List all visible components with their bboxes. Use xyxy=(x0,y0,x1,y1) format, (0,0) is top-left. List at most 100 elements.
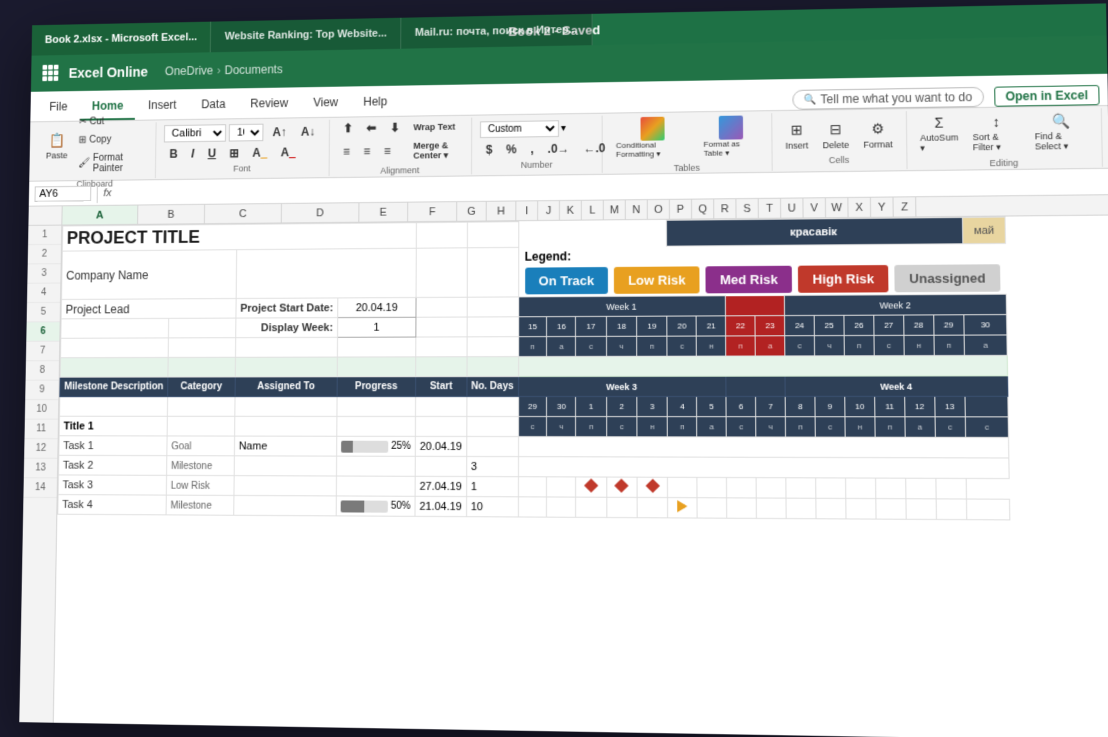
d-30[interactable]: 30 xyxy=(547,397,576,417)
task3-days[interactable]: 1 xyxy=(466,477,518,497)
empty-cell[interactable] xyxy=(168,338,236,358)
empty-cell[interactable] xyxy=(416,297,467,317)
col-header-r[interactable]: R xyxy=(714,199,736,218)
empty-cell[interactable] xyxy=(235,337,337,357)
d-2[interactable]: 2 xyxy=(606,396,637,416)
delete-button[interactable]: ⊟ Delete xyxy=(817,116,854,152)
row-4[interactable]: 4 xyxy=(27,284,60,304)
day-18[interactable]: 18 xyxy=(606,316,637,336)
high-risk-legend[interactable]: High Risk xyxy=(798,265,889,293)
empty-cell[interactable] xyxy=(467,416,519,436)
task1-progress[interactable]: 25% xyxy=(337,436,416,456)
underline-button[interactable]: U xyxy=(202,145,222,163)
start-date-value[interactable]: 20.04.19 xyxy=(338,297,416,317)
align-right-button[interactable]: ≡ xyxy=(378,139,397,164)
paste-button[interactable]: 📋 Paste xyxy=(43,128,71,163)
active-cell-d6[interactable] xyxy=(337,357,416,377)
row-13[interactable]: 13 xyxy=(24,459,58,479)
empty-cell[interactable] xyxy=(415,397,466,417)
empty-cell[interactable] xyxy=(467,397,519,417)
gantt-empty[interactable] xyxy=(906,499,936,520)
task2-assigned[interactable] xyxy=(234,456,336,476)
day-21[interactable]: 21 xyxy=(696,316,725,336)
col-header-t[interactable]: T xyxy=(759,199,781,218)
format-button[interactable]: ⚙ Format xyxy=(858,116,898,153)
border-button[interactable]: ⊞ xyxy=(224,144,245,162)
active-row-gantt[interactable] xyxy=(518,355,1008,376)
empty-cell[interactable] xyxy=(416,317,467,337)
task4-days[interactable]: 10 xyxy=(466,497,518,517)
empty-cell[interactable] xyxy=(467,297,518,317)
task3-progress[interactable] xyxy=(336,476,415,496)
task2-progress[interactable] xyxy=(336,456,415,476)
name-box[interactable] xyxy=(35,185,92,201)
row-9[interactable]: 9 xyxy=(25,381,58,401)
row-3[interactable]: 3 xyxy=(27,264,60,284)
gantt-empty[interactable] xyxy=(576,497,607,517)
col-header-m[interactable]: M xyxy=(604,200,626,219)
col-header-v[interactable]: V xyxy=(803,198,826,217)
day-23[interactable]: 23 xyxy=(755,316,785,336)
find-select-button[interactable]: 🔍 Find & Select ▾ xyxy=(1029,107,1093,155)
empty-cell[interactable] xyxy=(167,416,235,436)
col-header-p[interactable]: P xyxy=(670,200,692,219)
gantt-empty[interactable] xyxy=(876,499,906,520)
task3-start[interactable]: 27.04.19 xyxy=(415,476,466,496)
gantt-empty[interactable] xyxy=(786,478,816,499)
font-size-select[interactable]: 10 xyxy=(229,124,264,142)
col-header-d[interactable]: D xyxy=(282,203,360,222)
task4-name[interactable]: Task 4 xyxy=(58,495,166,515)
day-16[interactable]: 16 xyxy=(547,317,576,337)
col-header-q[interactable]: Q xyxy=(692,199,714,218)
day-17[interactable]: 17 xyxy=(576,316,606,336)
active-cell-b6[interactable] xyxy=(168,357,236,377)
row-10[interactable]: 10 xyxy=(25,400,58,420)
empty-cell[interactable] xyxy=(337,397,416,417)
day-29[interactable]: 29 xyxy=(933,315,963,335)
d-9[interactable]: 9 xyxy=(815,396,845,416)
gantt-empty[interactable] xyxy=(668,477,697,497)
task1-category[interactable]: Goal xyxy=(167,436,235,456)
row-6[interactable]: 6 xyxy=(26,322,59,342)
empty-cell[interactable] xyxy=(467,222,518,248)
d-3[interactable]: 3 xyxy=(637,396,668,416)
col-header-j[interactable]: J xyxy=(538,201,560,220)
gantt-empty[interactable] xyxy=(816,478,846,499)
day-28[interactable]: 28 xyxy=(904,315,934,335)
row-5[interactable]: 5 xyxy=(27,303,60,323)
task3-assigned[interactable] xyxy=(234,476,337,496)
day-30[interactable]: 30 xyxy=(963,315,1007,336)
col-header-x[interactable]: X xyxy=(848,198,871,217)
task4-category[interactable]: Milestone xyxy=(166,495,234,515)
col-header-n[interactable]: N xyxy=(626,200,648,219)
project-lead-cell[interactable]: Project Lead xyxy=(61,299,236,319)
increase-font-button[interactable]: A↑ xyxy=(267,123,293,141)
fill-color-button[interactable]: A_ xyxy=(247,144,273,162)
gantt-empty[interactable] xyxy=(936,499,967,520)
active-cell-c6[interactable] xyxy=(235,357,337,377)
open-excel-button[interactable]: Open in Excel xyxy=(994,85,1100,107)
title1-cell[interactable]: Title 1 xyxy=(59,416,167,436)
row-1[interactable]: 1 xyxy=(28,226,61,246)
col-header-c[interactable]: C xyxy=(205,204,282,223)
d-blank[interactable] xyxy=(965,396,1009,417)
task1-days[interactable] xyxy=(466,436,518,456)
empty-cell[interactable] xyxy=(415,416,466,436)
day-22[interactable]: 22 xyxy=(726,316,756,336)
formula-input[interactable] xyxy=(117,175,1103,198)
on-track-legend[interactable]: On Track xyxy=(525,267,608,294)
empty-cell[interactable] xyxy=(416,337,467,357)
empty-cell[interactable] xyxy=(168,318,235,338)
gantt-diamond2[interactable] xyxy=(607,477,638,497)
active-cell-f6[interactable] xyxy=(467,357,518,377)
col-header-u[interactable]: U xyxy=(781,198,804,217)
wrap-text-button[interactable]: Wrap Text xyxy=(408,117,462,135)
gantt-empty[interactable] xyxy=(816,498,846,519)
align-left-button[interactable]: ≡ xyxy=(337,139,356,164)
gantt-empty[interactable] xyxy=(846,498,876,519)
task2-category[interactable]: Milestone xyxy=(166,456,234,476)
low-risk-legend[interactable]: Low Risk xyxy=(614,266,700,294)
gantt-empty[interactable] xyxy=(547,477,576,497)
tab-website[interactable]: Website Ranking: Top Website... xyxy=(211,18,401,53)
display-week-value[interactable]: 1 xyxy=(337,317,415,337)
